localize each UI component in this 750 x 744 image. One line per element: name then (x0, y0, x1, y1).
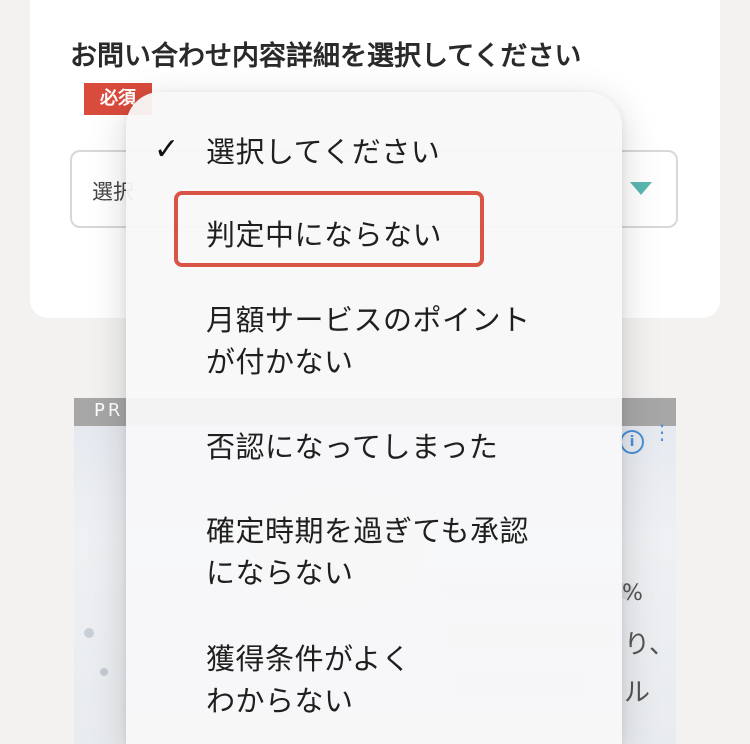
option-label: わからない (206, 684, 354, 718)
ad-text: ル (624, 678, 651, 708)
select-dropdown-menu[interactable]: ✓ 選択してください 判定中にならない 月額サービスのポイント が付かない 否認… (126, 92, 622, 744)
ad-text-percent: % (622, 581, 643, 606)
option-label: 否認になってしまった (206, 430, 499, 464)
dropdown-option[interactable]: 否認になってしまった (206, 426, 498, 468)
option-label: 判定中にならない (206, 218, 443, 252)
checkmark-icon: ✓ (154, 132, 180, 167)
option-label: 確定時期を過ぎても承認 (206, 514, 530, 548)
dropdown-option[interactable]: 獲得条件がよく わからない (206, 638, 411, 722)
ad-decoration (100, 668, 108, 676)
option-label: 獲得条件がよく (206, 642, 412, 676)
dropdown-option[interactable]: 判定中にならない (206, 214, 442, 256)
info-icon[interactable]: i (620, 430, 644, 454)
option-label: 月額サービスのポイント (206, 303, 531, 337)
dropdown-option[interactable]: 月額サービスのポイント が付かない (206, 299, 531, 383)
form-title: お問い合わせ内容詳細を選択してください (70, 41, 582, 72)
dropdown-option[interactable]: 選択してください (206, 131, 440, 173)
option-label: が付かない (206, 345, 354, 379)
option-label: にならない (206, 556, 354, 590)
ad-pr-label: PR (94, 400, 124, 421)
ad-decoration (84, 628, 94, 638)
option-label: 選択してください (206, 135, 441, 169)
ad-text: り、 (624, 630, 675, 660)
more-vertical-icon[interactable]: ⋮ (652, 422, 672, 442)
dropdown-option[interactable]: 確定時期を過ぎても承認 にならない (206, 510, 529, 594)
chevron-down-icon[interactable] (630, 182, 652, 195)
